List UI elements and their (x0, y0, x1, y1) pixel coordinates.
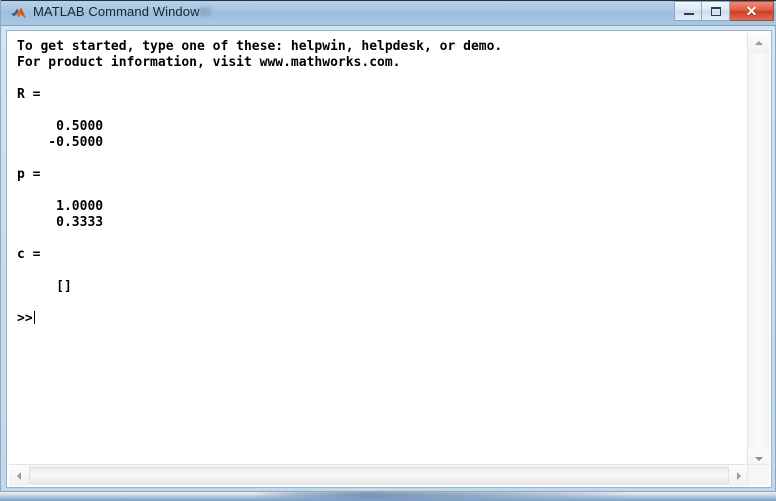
minimize-button[interactable] (674, 1, 702, 21)
scrollbar-corner (747, 464, 769, 485)
matlab-membrane-icon (11, 7, 26, 19)
window-client-area: To get started, type one of these: helpw… (6, 30, 772, 488)
window-title: MATLAB Command Window (33, 4, 200, 19)
window-titlebar[interactable]: MATLAB Command Window ✕ (1, 0, 776, 26)
scroll-right-icon (737, 471, 741, 480)
title-artifact (199, 7, 211, 16)
scroll-right-button[interactable] (729, 465, 749, 486)
scroll-up-icon (755, 41, 763, 45)
maximize-icon (711, 7, 721, 16)
scroll-up-button[interactable] (748, 33, 770, 53)
text-cursor (33, 311, 35, 324)
command-window-output[interactable]: To get started, type one of these: helpw… (9, 33, 749, 469)
scroll-left-icon (17, 471, 21, 480)
matlab-command-window: MATLAB Command Window ✕ To get started, (0, 0, 776, 492)
desktop-background: MATLAB Command Window ✕ To get started, (0, 0, 776, 501)
client-inner-bevel: To get started, type one of these: helpw… (7, 31, 771, 487)
maximize-button[interactable] (702, 1, 730, 21)
horizontal-scroll-track[interactable] (29, 467, 729, 484)
close-button[interactable]: ✕ (730, 1, 774, 21)
close-icon: ✕ (745, 2, 758, 19)
minimize-icon (684, 13, 694, 15)
window-controls: ✕ (674, 1, 774, 22)
horizontal-scrollbar[interactable] (9, 464, 749, 486)
scroll-left-button[interactable] (9, 465, 29, 486)
console-text: To get started, type one of these: helpw… (17, 39, 503, 326)
scroll-down-icon (755, 457, 763, 461)
vertical-scrollbar[interactable] (747, 33, 770, 469)
